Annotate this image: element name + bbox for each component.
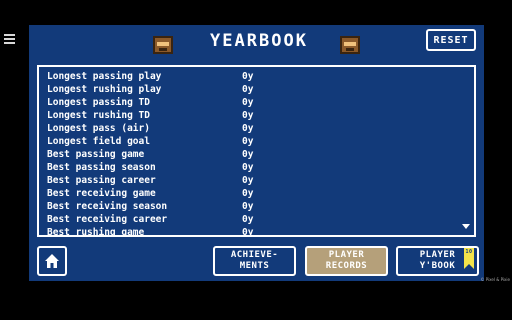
stat-label: Longest pass (air) (47, 123, 150, 134)
stat-value: 0y (242, 136, 254, 147)
home-icon (45, 254, 59, 268)
stat-label: Best passing game (47, 149, 145, 160)
credit-text: © Pixel & Pixie (480, 277, 510, 282)
list-item: Best passing career 0y (47, 174, 467, 187)
scroll-down-icon[interactable] (462, 224, 470, 229)
list-item: Longest rushing TD 0y (47, 109, 467, 122)
stat-label: Longest field goal (47, 136, 150, 147)
stat-value: 0y (242, 227, 254, 237)
stat-value: 0y (242, 110, 254, 121)
stat-value: 0y (242, 97, 254, 108)
bookmark-ribbon-icon: 10 (464, 248, 474, 269)
list-item: Longest passing TD 0y (47, 96, 467, 109)
list-item: Best receiving career 0y (47, 213, 467, 226)
list-item: Longest pass (air) 0y (47, 122, 467, 135)
list-item: Best receiving game 0y (47, 187, 467, 200)
stat-value: 0y (242, 214, 254, 225)
stat-label: Longest passing TD (47, 97, 150, 108)
stat-value: 0y (242, 123, 254, 134)
stat-label: Longest rushing TD (47, 110, 150, 121)
yearbook-panel: YEARBOOK RESET Longest passing play 0y L… (29, 25, 484, 281)
stat-label: Best passing career (47, 175, 156, 186)
hamburger-menu-icon[interactable] (4, 34, 15, 44)
list-item: Best receiving season 0y (47, 200, 467, 213)
stat-label: Best receiving career (47, 214, 168, 225)
ybook-label-line2: Y'BOOK (419, 261, 456, 271)
page-title: YEARBOOK (210, 31, 308, 51)
list-item: Longest field goal 0y (47, 135, 467, 148)
list-item: Best passing game 0y (47, 148, 467, 161)
list-item: Best passing season 0y (47, 161, 467, 174)
ybook-label-line1: PLAYER (419, 250, 456, 260)
stat-label: Longest passing play (47, 71, 162, 82)
stat-value: 0y (242, 188, 254, 199)
list-item: Longest rushing play 0y (47, 83, 467, 96)
achievements-button[interactable]: ACHIEVE- MENTS (213, 246, 296, 276)
player-yearbook-button[interactable]: PLAYER Y'BOOK 10 (396, 246, 479, 276)
stat-value: 0y (242, 84, 254, 95)
player-face-icon (340, 36, 360, 54)
achievements-label-line2: MENTS (239, 261, 270, 271)
records-label-line1: PLAYER (328, 250, 365, 260)
list-item: Longest passing play 0y (47, 70, 467, 83)
stats-list[interactable]: Longest passing play 0y Longest rushing … (37, 65, 476, 237)
stat-label: Best passing season (47, 162, 156, 173)
reset-button[interactable]: RESET (426, 29, 476, 51)
stat-label: Best receiving season (47, 201, 168, 212)
stat-value: 0y (242, 201, 254, 212)
stat-value: 0y (242, 175, 254, 186)
stat-value: 0y (242, 149, 254, 160)
player-face-icon (153, 36, 173, 54)
records-label-line2: RECORDS (325, 261, 368, 271)
stat-label: Longest rushing play (47, 84, 162, 95)
stat-label: Best rushing game (47, 227, 145, 237)
home-button[interactable] (37, 246, 67, 276)
player-records-button[interactable]: PLAYER RECORDS (305, 246, 388, 276)
stat-label: Best receiving game (47, 188, 156, 199)
list-item: Best rushing game 0y (47, 226, 467, 237)
stat-value: 0y (242, 71, 254, 82)
ribbon-badge: 10 (465, 249, 473, 255)
stat-value: 0y (242, 162, 254, 173)
achievements-label-line1: ACHIEVE- (230, 250, 279, 260)
